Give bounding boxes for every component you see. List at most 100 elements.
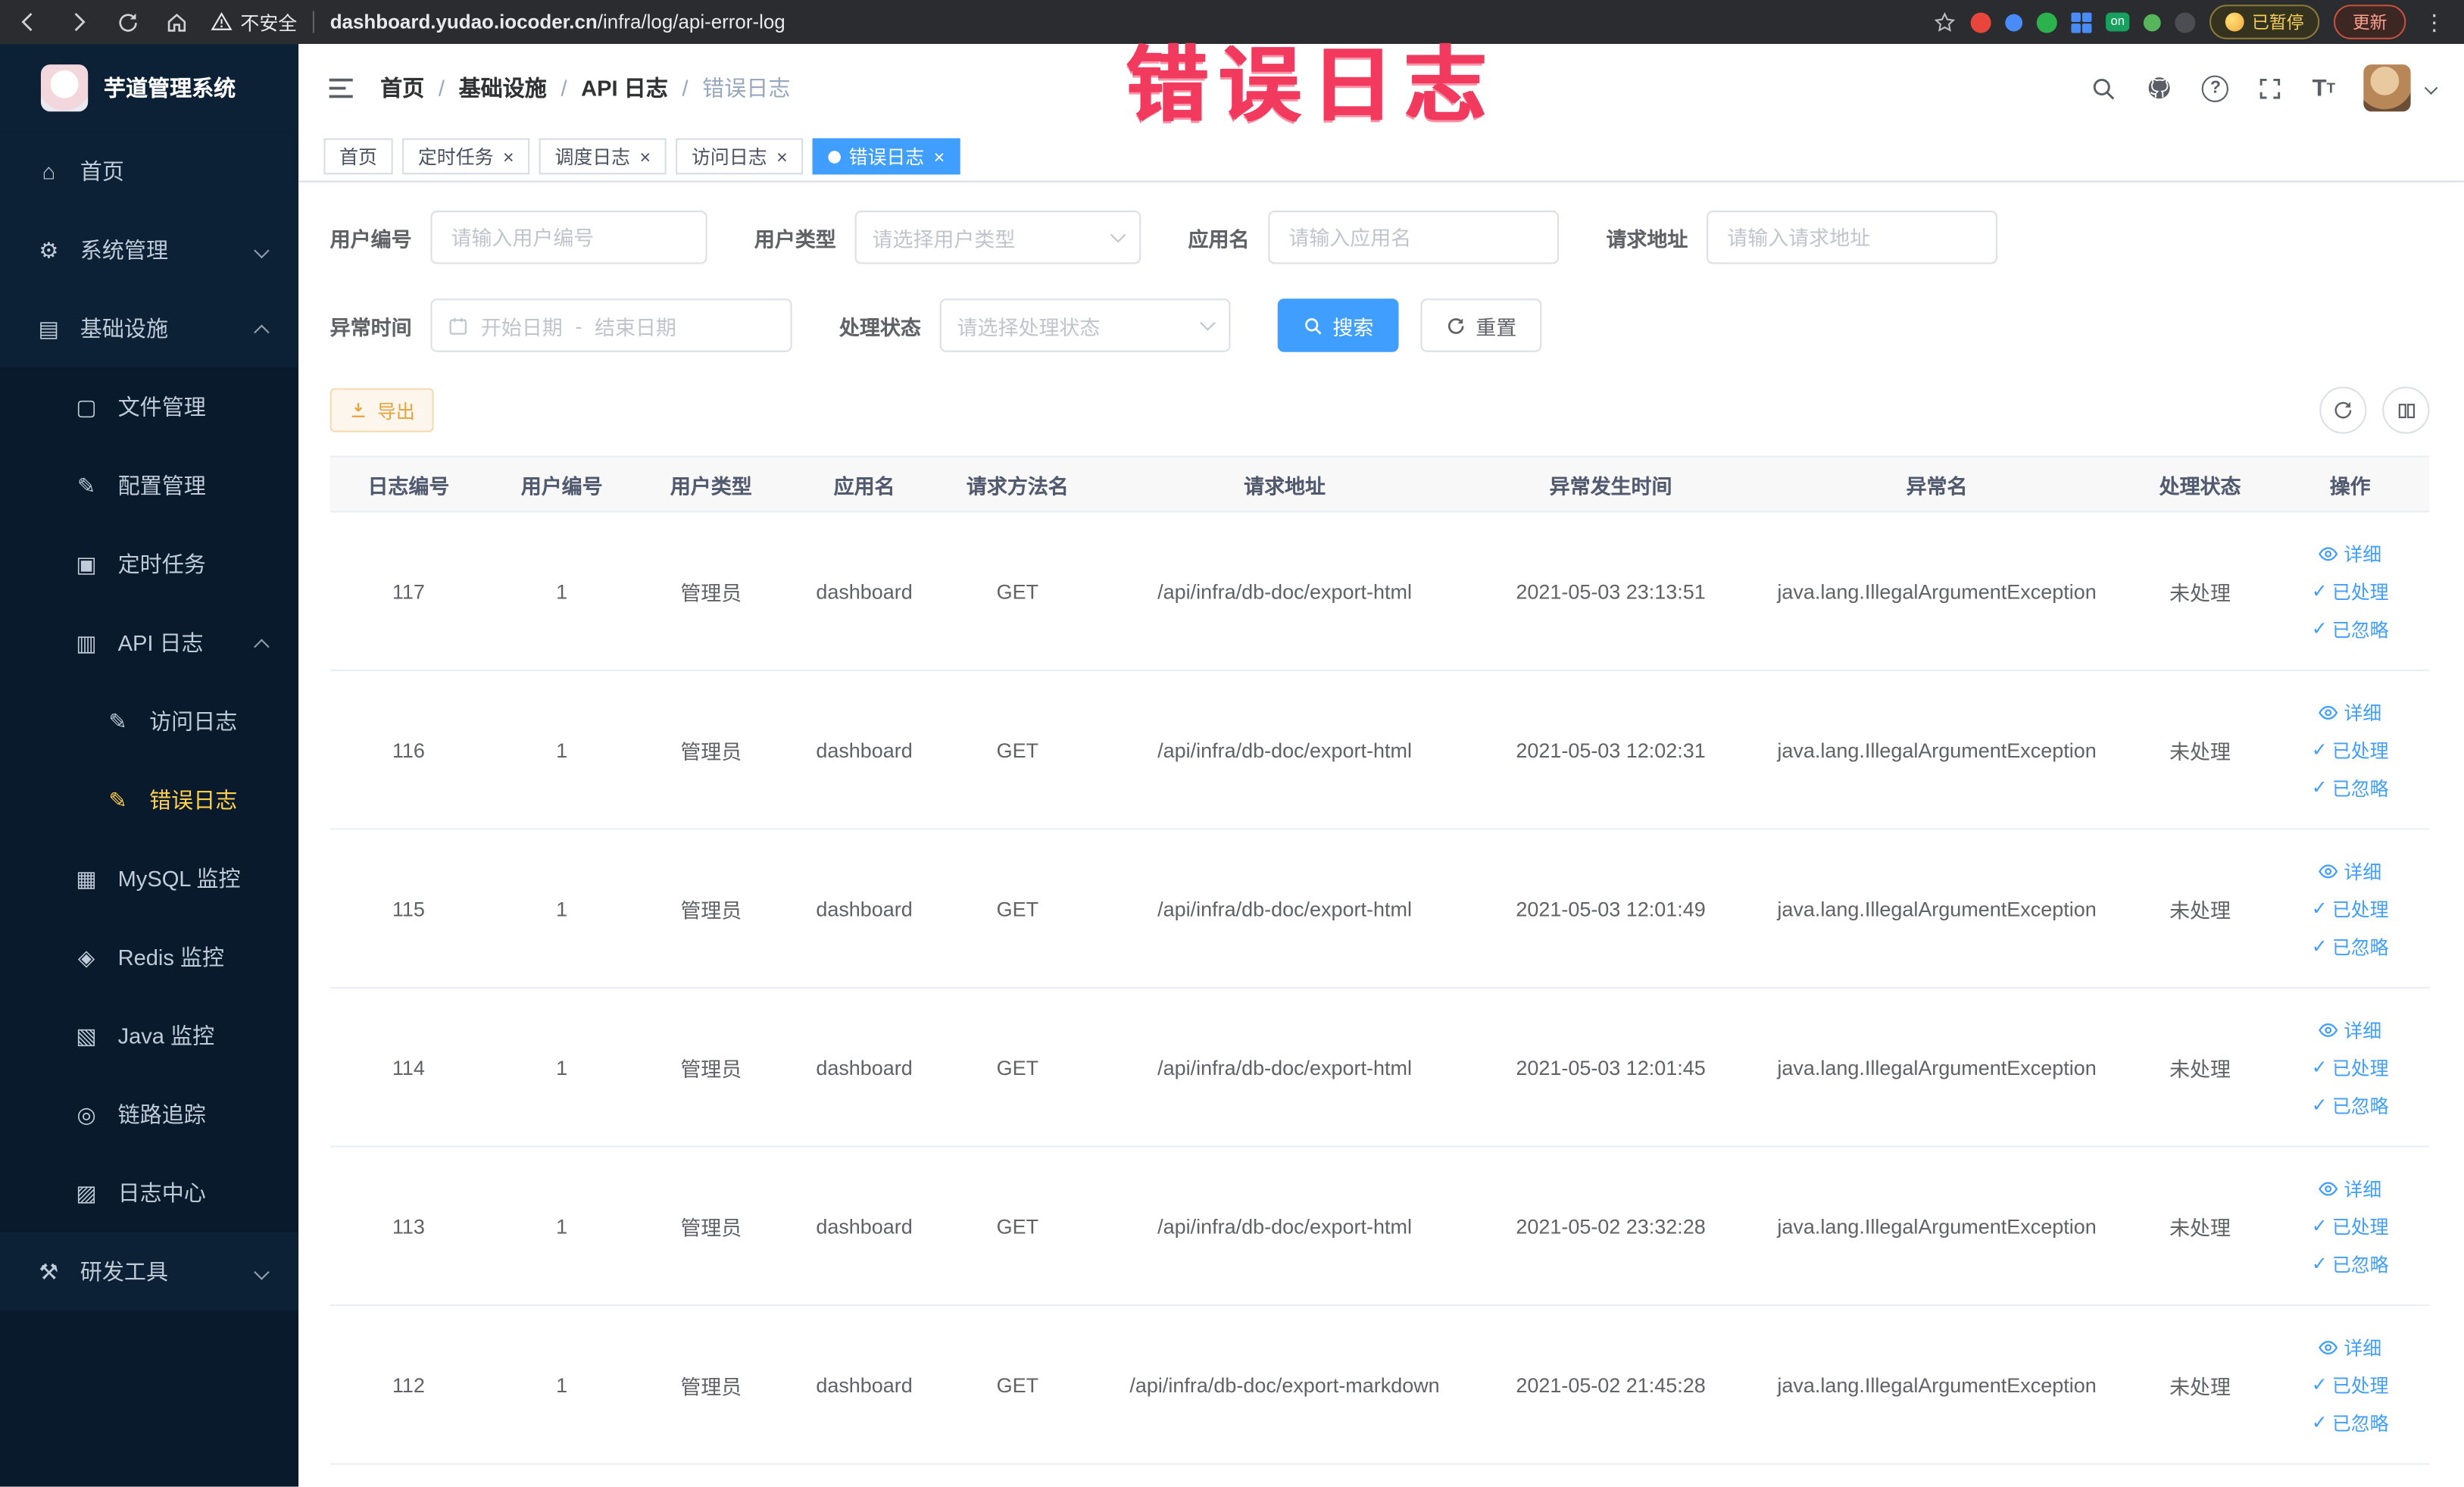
user-type-label: 用户类型 xyxy=(754,226,836,251)
mark-ignored-link[interactable]: ✓ 已忽略 xyxy=(2312,774,2389,801)
search-button[interactable]: 搜索 xyxy=(1277,298,1399,352)
url-bar[interactable]: dashboard.yudao.iocoder.cn/infra/log/api… xyxy=(330,11,785,33)
user-id-input[interactable] xyxy=(430,211,707,264)
extension-icon-green[interactable] xyxy=(2037,11,2057,33)
view-tab[interactable]: 首页 xyxy=(323,138,393,175)
detail-link[interactable]: 详细 xyxy=(2319,540,2381,567)
table-row: 117 1 管理员 dashboard GET /api/infra/db-do… xyxy=(329,512,2430,671)
mark-ignored-link[interactable]: ✓ 已忽略 xyxy=(2312,1250,2389,1276)
sidebar-menu-item[interactable]: ✎ 错误日志 xyxy=(0,761,299,839)
cell-process-status: 未处理 xyxy=(2169,1215,2231,1239)
detail-link[interactable]: 详细 xyxy=(2319,1333,2381,1360)
eye-icon xyxy=(2319,864,2339,878)
sidebar-menu-item[interactable]: ▤ 基础设施 xyxy=(0,289,299,368)
extension-icon-blue[interactable] xyxy=(2005,13,2023,31)
extension-icon-leaf[interactable] xyxy=(2143,13,2161,31)
request-url-input[interactable] xyxy=(1707,211,1998,264)
hamburger-icon[interactable] xyxy=(327,76,355,101)
mark-ignored-link[interactable]: ✓ 已忽略 xyxy=(2312,1092,2389,1118)
sidebar-menu-item[interactable]: ⌂ 首页 xyxy=(0,132,299,211)
view-tab[interactable]: 定时任务 × xyxy=(402,138,530,175)
app-name-input[interactable] xyxy=(1268,211,1560,264)
breadcrumb-item-home[interactable]: 首页 xyxy=(380,72,424,103)
extension-icon-red[interactable] xyxy=(1970,11,1991,33)
mark-processed-link[interactable]: ✓ 已处理 xyxy=(2312,577,2389,604)
column-visibility-button[interactable] xyxy=(2382,386,2430,434)
view-tab[interactable]: 调度日志 × xyxy=(539,138,667,175)
browser-menu-icon[interactable]: ⋮ xyxy=(2420,8,2448,35)
process-status-select[interactable]: 请选择处理状态 xyxy=(939,298,1231,352)
export-button[interactable]: 导出 xyxy=(329,388,434,433)
sidebar-logo-row[interactable]: 芋道管理系统 xyxy=(0,44,299,133)
bookmark-star-icon[interactable] xyxy=(1933,10,1957,33)
avatar-dropdown-icon[interactable] xyxy=(2424,81,2438,95)
mark-processed-link[interactable]: ✓ 已处理 xyxy=(2312,1213,2389,1239)
mark-processed-link[interactable]: ✓ 已处理 xyxy=(2312,895,2389,922)
check-icon: ✓ xyxy=(2311,776,2328,798)
sidebar-menu-item[interactable]: ◎ 链路追踪 xyxy=(0,1075,299,1154)
view-tab[interactable]: 错误日志 × xyxy=(812,138,960,175)
sidebar-menu-item[interactable]: ▧ Java 监控 xyxy=(0,996,299,1076)
extension-icon-grid[interactable] xyxy=(2071,11,2092,33)
user-type-select[interactable]: 请选择用户类型 xyxy=(854,211,1141,264)
browser-update-button[interactable]: 更新 xyxy=(2333,5,2406,39)
close-tab-icon[interactable]: × xyxy=(640,145,651,167)
cell-app-name: dashboard xyxy=(816,896,913,920)
chevron-down-icon xyxy=(1110,226,1126,243)
sidebar-menu-item[interactable]: ▢ 文件管理 xyxy=(0,367,299,447)
exception-time-range-picker[interactable]: 开始日期 - 结束日期 xyxy=(430,298,792,352)
column-header: 处理状态 xyxy=(2159,473,2241,498)
refresh-table-button[interactable] xyxy=(2319,386,2367,434)
view-tab[interactable]: 访问日志 × xyxy=(676,138,804,175)
column-header: 用户编号 xyxy=(520,473,603,498)
help-icon[interactable]: ? xyxy=(2202,74,2229,102)
home-icon[interactable] xyxy=(165,10,189,33)
menu-item-label: 访问日志 xyxy=(149,708,238,734)
cell-exception-time: 2021-05-03 12:01:49 xyxy=(1516,896,1706,920)
fullscreen-icon[interactable] xyxy=(2257,75,2284,102)
sidebar-menu-item[interactable]: ⚙ 系统管理 xyxy=(0,211,299,289)
close-tab-icon[interactable]: × xyxy=(776,145,788,167)
detail-link[interactable]: 详细 xyxy=(2319,1016,2381,1042)
sidebar-menu-item[interactable]: ▥ API 日志 xyxy=(0,603,299,683)
mark-processed-link[interactable]: ✓ 已处理 xyxy=(2312,736,2389,763)
back-icon[interactable] xyxy=(16,9,41,34)
github-icon[interactable] xyxy=(2146,74,2174,102)
reset-button[interactable]: 重置 xyxy=(1420,298,1542,352)
calendar-icon xyxy=(449,317,467,334)
chevron-icon xyxy=(254,323,270,340)
process-status-label: 处理状态 xyxy=(839,314,921,339)
mark-processed-link[interactable]: ✓ 已处理 xyxy=(2312,1054,2389,1080)
sidebar-menu-item[interactable]: ◈ Redis 监控 xyxy=(0,917,299,997)
cell-app-name: dashboard xyxy=(816,1373,913,1397)
font-size-icon[interactable]: TT xyxy=(2313,75,2335,102)
search-icon[interactable] xyxy=(2091,75,2117,102)
download-icon xyxy=(351,403,365,417)
mark-ignored-link[interactable]: ✓ 已忽略 xyxy=(2312,932,2389,959)
security-indicator[interactable]: 不安全 xyxy=(211,8,297,35)
reload-icon[interactable] xyxy=(117,10,140,33)
sidebar-menu-item[interactable]: ✎ 配置管理 xyxy=(0,446,299,525)
table-row: 114 1 管理员 dashboard GET /api/infra/db-do… xyxy=(329,989,2430,1148)
profile-paused-badge[interactable]: 已暂停 xyxy=(2209,5,2320,39)
detail-link[interactable]: 详细 xyxy=(2319,698,2381,725)
detail-link[interactable]: 详细 xyxy=(2319,1175,2381,1201)
breadcrumb-item-infrastructure[interactable]: 基础设施 xyxy=(459,72,547,103)
mark-ignored-link[interactable]: ✓ 已忽略 xyxy=(2312,615,2389,642)
sidebar-menu-item[interactable]: ▣ 定时任务 xyxy=(0,524,299,604)
extension-icon-on-badge[interactable]: on xyxy=(2106,12,2130,32)
sidebar-menu-item[interactable]: ✎ 访问日志 xyxy=(0,682,299,761)
eye-icon xyxy=(2319,704,2339,719)
close-tab-icon[interactable]: × xyxy=(934,145,945,167)
mark-processed-link[interactable]: ✓ 已处理 xyxy=(2312,1371,2389,1398)
detail-link[interactable]: 详细 xyxy=(2319,858,2381,884)
breadcrumb-item-api-log[interactable]: API 日志 xyxy=(581,72,668,103)
sidebar-menu-item[interactable]: ▦ MySQL 监控 xyxy=(0,839,299,918)
mark-ignored-link[interactable]: ✓ 已忽略 xyxy=(2312,1409,2389,1435)
sidebar-menu-item[interactable]: ⚒ 研发工具 xyxy=(0,1232,299,1311)
close-tab-icon[interactable]: × xyxy=(503,145,514,167)
extension-icon-puzzle[interactable] xyxy=(2175,11,2196,33)
avatar[interactable] xyxy=(2363,64,2411,112)
sidebar-menu-item[interactable]: ▨ 日志中心 xyxy=(0,1153,299,1232)
forward-icon[interactable] xyxy=(66,9,91,34)
